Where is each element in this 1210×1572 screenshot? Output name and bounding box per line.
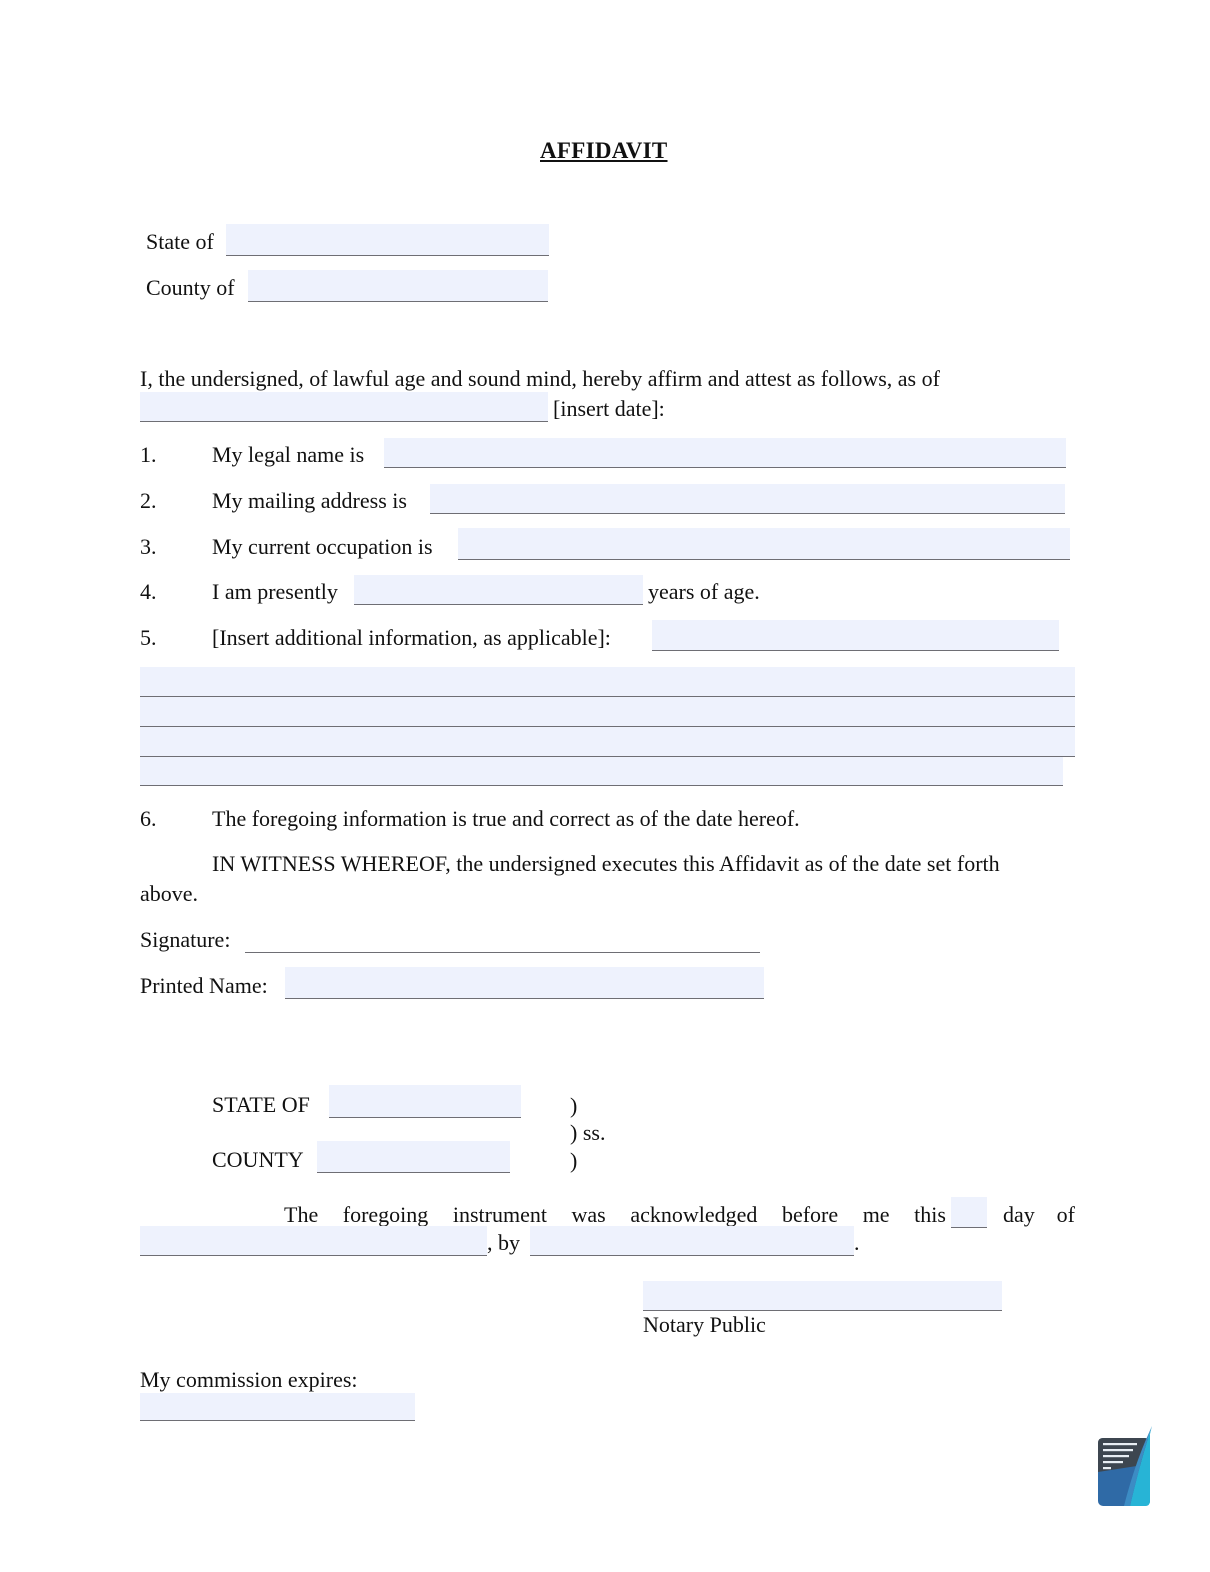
county-field[interactable]: [248, 270, 548, 302]
date-hint: [insert date]:: [553, 396, 665, 421]
notary-signature-field[interactable]: [643, 1281, 1002, 1311]
additional-info-field[interactable]: [652, 620, 1059, 651]
date-field[interactable]: [140, 392, 548, 422]
occupation-label: My current occupation is: [212, 534, 433, 559]
occupation-field[interactable]: [458, 528, 1070, 560]
ack-word: The: [284, 1202, 319, 1227]
logo-line: [1103, 1455, 1129, 1458]
logo-line: [1103, 1449, 1133, 1452]
state-field[interactable]: [226, 224, 549, 256]
day-field[interactable]: [951, 1197, 987, 1228]
ack-word: foregoing: [342, 1202, 429, 1227]
item-number: 1.: [140, 442, 157, 467]
signature-line[interactable]: [245, 930, 760, 953]
logo-line: [1103, 1443, 1137, 1446]
additional-line-3[interactable]: [140, 727, 1075, 757]
month-year-field[interactable]: [140, 1226, 487, 1256]
logo-line: [1103, 1467, 1111, 1470]
signature-label: Signature:: [140, 927, 231, 952]
additional-line-2[interactable]: [140, 697, 1075, 727]
ack-word: day: [1003, 1202, 1035, 1227]
mailing-address-label: My mailing address is: [212, 488, 407, 513]
sentence-period: .: [854, 1230, 860, 1255]
age-field[interactable]: [354, 575, 643, 605]
item-number: 2.: [140, 488, 157, 513]
logo-line: [1103, 1461, 1123, 1464]
document-feather-logo-icon: [1098, 1426, 1152, 1506]
paren-1: ): [570, 1093, 578, 1118]
ack-word: acknowledged: [630, 1202, 758, 1227]
mailing-address-field[interactable]: [430, 484, 1065, 514]
commission-expires-field[interactable]: [140, 1393, 415, 1421]
county-label: County of: [146, 275, 235, 300]
legal-name-label: My legal name is: [212, 442, 365, 467]
commission-label: My commission expires:: [140, 1367, 358, 1392]
age-suffix: years of age.: [648, 579, 760, 604]
acknowledgment-tail: day of: [1003, 1202, 1075, 1228]
notary-public-label: Notary Public: [643, 1312, 766, 1337]
acknowledged-by-field[interactable]: [530, 1226, 854, 1256]
item-number: 5.: [140, 625, 157, 650]
paren-3: ): [570, 1148, 578, 1173]
ack-word: me: [862, 1202, 890, 1227]
witness-text-line1: IN WITNESS WHEREOF, the undersigned exec…: [212, 851, 1000, 876]
notary-county-field[interactable]: [317, 1141, 510, 1173]
ack-word: of: [1056, 1202, 1075, 1227]
item-number: 6.: [140, 806, 157, 831]
additional-line-4[interactable]: [140, 757, 1063, 786]
printed-name-field[interactable]: [285, 967, 764, 999]
age-label: I am presently: [212, 579, 338, 604]
document-title: AFFIDAVIT: [540, 138, 668, 163]
witness-text-line2: above.: [140, 881, 199, 906]
legal-name-field[interactable]: [384, 438, 1066, 468]
attestation-statement: The foregoing information is true and co…: [212, 806, 800, 831]
notary-state-field[interactable]: [329, 1085, 521, 1118]
ack-word: this: [914, 1202, 946, 1227]
notary-county-label: COUNTY: [212, 1147, 304, 1172]
by-label: , by: [487, 1230, 520, 1255]
additional-info-label: [Insert additional information, as appli…: [212, 625, 611, 650]
intro-text: I, the undersigned, of lawful age and so…: [140, 366, 940, 391]
printed-name-label: Printed Name:: [140, 973, 268, 998]
item-number: 4.: [140, 579, 157, 604]
additional-line-1[interactable]: [140, 667, 1075, 697]
ack-word: before: [781, 1202, 839, 1227]
ack-word: was: [571, 1202, 606, 1227]
ss-marker: ) ss.: [570, 1120, 606, 1145]
notary-state-label: STATE OF: [212, 1092, 310, 1117]
state-label: State of: [146, 229, 214, 254]
ack-word: instrument: [452, 1202, 547, 1227]
item-number: 3.: [140, 534, 157, 559]
acknowledgment-text: The foregoing instrument was acknowledge…: [284, 1202, 946, 1228]
